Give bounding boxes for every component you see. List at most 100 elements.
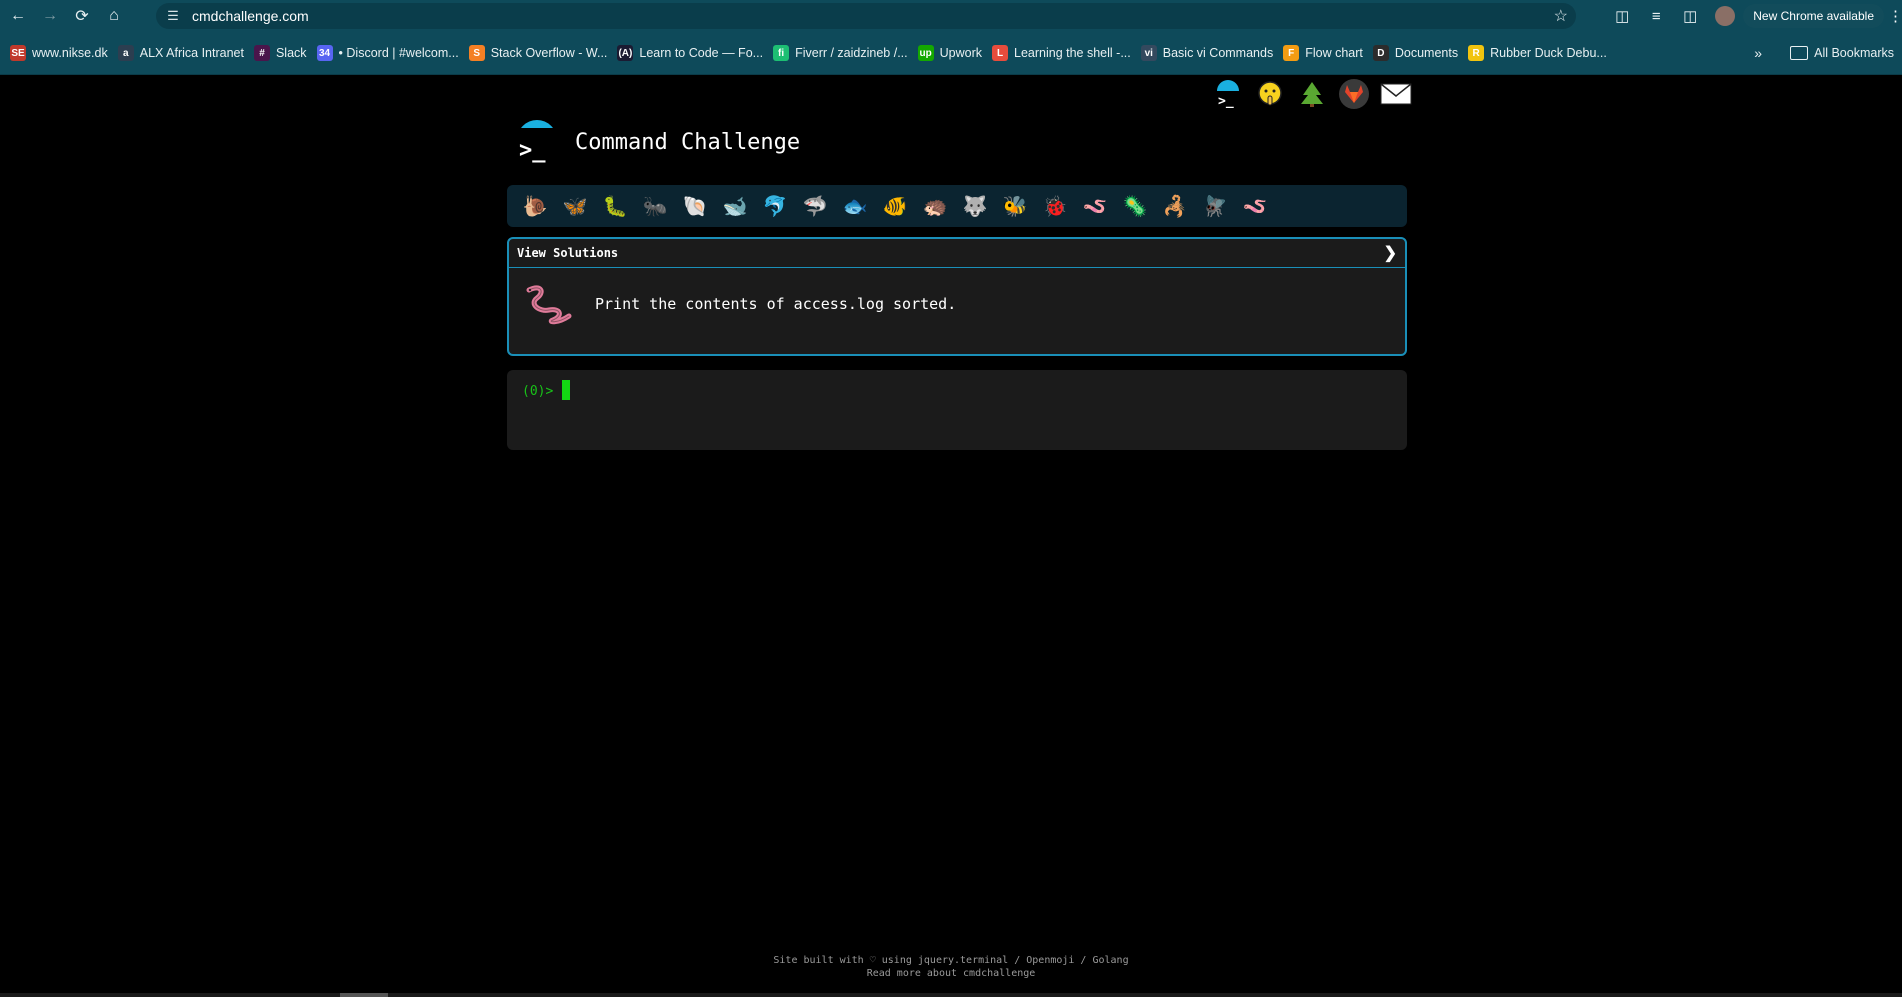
bookmark-label: Documents [1394,46,1459,60]
level-hedgehog-icon[interactable]: 🦔 [915,189,955,223]
bookmark-favicon-icon: R [1468,45,1485,61]
bookmark-label: ALX Africa Intranet [139,46,244,60]
address-bar[interactable]: ☰ cmdchallenge.com ☆ [156,3,1576,29]
bookmark-favicon-icon: L [992,45,1008,61]
extensions-icon[interactable]: ◫ [1605,2,1639,30]
terminal[interactable]: (0)> [507,370,1407,450]
bookmark-label: Learning the shell -... [1014,46,1131,60]
bookmark-item[interactable]: S Stack Overflow - W... [468,45,608,61]
bookmark-favicon-icon: vi [1140,45,1157,61]
reload-icon[interactable]: ⟳ [68,2,96,30]
mail-icon[interactable] [1378,76,1414,112]
level-snail-icon[interactable]: 🐌 [515,189,555,223]
url-text[interactable]: cmdchallenge.com [192,8,309,24]
bookmark-favicon-icon: 34 [316,45,333,61]
bookmark-label: Upwork [939,46,982,60]
terminal-icon[interactable]: >_ [1210,76,1246,112]
bookmark-item[interactable]: L Learning the shell -... [992,45,1131,61]
bookmark-favicon-icon: S [468,45,485,61]
bookmark-favicon-icon: SE [10,45,26,61]
view-solutions-header[interactable]: View Solutions ❯ [509,239,1405,268]
site-settings-icon[interactable]: ☰ [162,8,184,24]
level-worm-icon[interactable]: 🪱 [1075,189,1115,223]
level-butterfly-icon[interactable]: 🦋 [555,189,595,223]
bookmark-star-icon[interactable]: ☆ [1554,6,1568,26]
side-panel-icon[interactable]: ◫ [1673,2,1707,30]
all-bookmarks-button[interactable]: All Bookmarks [1790,46,1894,60]
bookmark-favicon-icon: up [917,45,934,61]
tree-icon[interactable] [1294,76,1330,112]
bookmark-item[interactable]: # Slack [253,45,307,61]
level-bee-icon[interactable]: 🐝 [995,189,1035,223]
bookmark-item[interactable]: F Flow chart [1283,45,1363,61]
bookmark-favicon-icon: D [1372,45,1389,61]
bookmark-favicon-icon: # [253,45,270,61]
bookmark-item[interactable]: a ALX Africa Intranet [117,45,244,61]
level-spiral-shell-icon[interactable]: 🐚 [675,189,715,223]
level-bar: 🐌 🦋 🐛 🐜 🐚 🐋 🐬 🦈 🐟 🐠 🦔 🐺 🐝 🐞 🪱 🦠 🦂 🪰 🪱 [507,185,1407,227]
back-icon[interactable]: ← [4,2,32,30]
level-fly-icon[interactable]: 🪰 [1195,189,1235,223]
level-caterpillar-icon[interactable]: 🐛 [595,189,635,223]
page-title: Command Challenge [575,129,801,155]
bookmarks-bar: SE www.nikse.dk a ALX Africa Intranet # Slack… [0,32,1902,75]
bookmark-label: Learn to Code — Fo... [639,46,764,60]
bookmark-favicon-icon: F [1283,45,1300,61]
emoji-shh-icon[interactable] [1252,76,1288,112]
bookmark-favicon-icon: fi [773,45,790,61]
bookmark-item[interactable]: fi Fiverr / zaidzineb /... [773,45,908,61]
terminal-cursor [562,380,570,400]
chevron-right-icon[interactable]: ❯ [1384,243,1397,263]
level-tropical-fish-icon[interactable]: 🐠 [875,189,915,223]
bookmark-item[interactable]: D Documents [1372,45,1459,61]
worm-icon [526,285,572,325]
bookmark-item[interactable]: R Rubber Duck Debu... [1468,45,1607,61]
forward-icon[interactable]: → [36,2,64,30]
bookmark-favicon-icon: a [117,45,134,61]
folder-icon [1790,46,1809,60]
site-header: >_ Command Challenge [515,120,800,164]
bookmark-label: www.nikse.dk [32,46,108,60]
level-earthworm-icon[interactable]: 🪱 [1235,189,1275,223]
terminal-logo-icon[interactable]: >_ [515,120,557,164]
bookmark-item[interactable]: SE www.nikse.dk [10,45,108,61]
level-ant-icon[interactable]: 🐜 [635,189,675,223]
challenge-card: View Solutions ❯ Print the contents of a… [507,237,1407,356]
level-whale-icon[interactable]: 🐋 [715,189,755,223]
bookmark-item[interactable]: up Upwork [917,45,982,61]
level-fish-icon[interactable]: 🐟 [835,189,875,223]
home-icon[interactable]: ⌂ [100,2,128,30]
bookmark-label: Stack Overflow - W... [490,46,608,60]
browser-toolbar: ← → ⟳ ⌂ ☰ cmdchallenge.com ☆ ◫ ≡ ◫ New C… [0,0,1902,32]
bookmark-label: Fiverr / zaidzineb /... [795,46,908,60]
gitlab-icon[interactable] [1336,76,1372,112]
footer: Site built with ♡ using jquery.terminal … [0,954,1902,980]
level-shark-icon[interactable]: 🦈 [795,189,835,223]
more-bookmarks-icon[interactable]: » [1754,45,1762,61]
menu-kebab-icon[interactable]: ⋮ [1888,7,1902,25]
bookmark-label: • Discord | #welcom... [338,46,459,60]
terminal-prompt: (0)> [522,384,554,399]
level-dolphin-icon[interactable]: 🐬 [755,189,795,223]
bookmark-label: Rubber Duck Debu... [1490,46,1607,60]
footer-read-more-link[interactable]: Read more about cmdchallenge [0,967,1902,980]
view-solutions-label[interactable]: View Solutions [517,246,618,260]
bookmark-label: Flow chart [1305,46,1363,60]
profile-avatar[interactable] [1715,6,1736,26]
bookmark-favicon-icon: (A) [617,45,634,61]
level-wolf-icon[interactable]: 🐺 [955,189,995,223]
bookmark-item[interactable]: 34 • Discord | #welcom... [316,45,459,61]
level-scorpion-icon[interactable]: 🦂 [1155,189,1195,223]
bookmark-label: Slack [275,46,307,60]
bookmark-label: Basic vi Commands [1162,46,1274,60]
bookmark-item[interactable]: (A) Learn to Code — Fo... [617,45,763,61]
update-chrome-button[interactable]: New Chrome available [1743,4,1884,28]
horizontal-scrollbar[interactable] [0,993,1902,997]
level-ladybug-icon[interactable]: 🐞 [1035,189,1075,223]
social-links: >_ [1210,76,1414,112]
bookmark-item[interactable]: vi Basic vi Commands [1140,45,1274,61]
svg-text:>_: >_ [1218,94,1234,109]
reading-list-icon[interactable]: ≡ [1639,2,1673,30]
task-description: Print the contents of access.log sorted. [595,295,957,313]
level-tadpole-icon[interactable]: 🦠 [1115,189,1155,223]
